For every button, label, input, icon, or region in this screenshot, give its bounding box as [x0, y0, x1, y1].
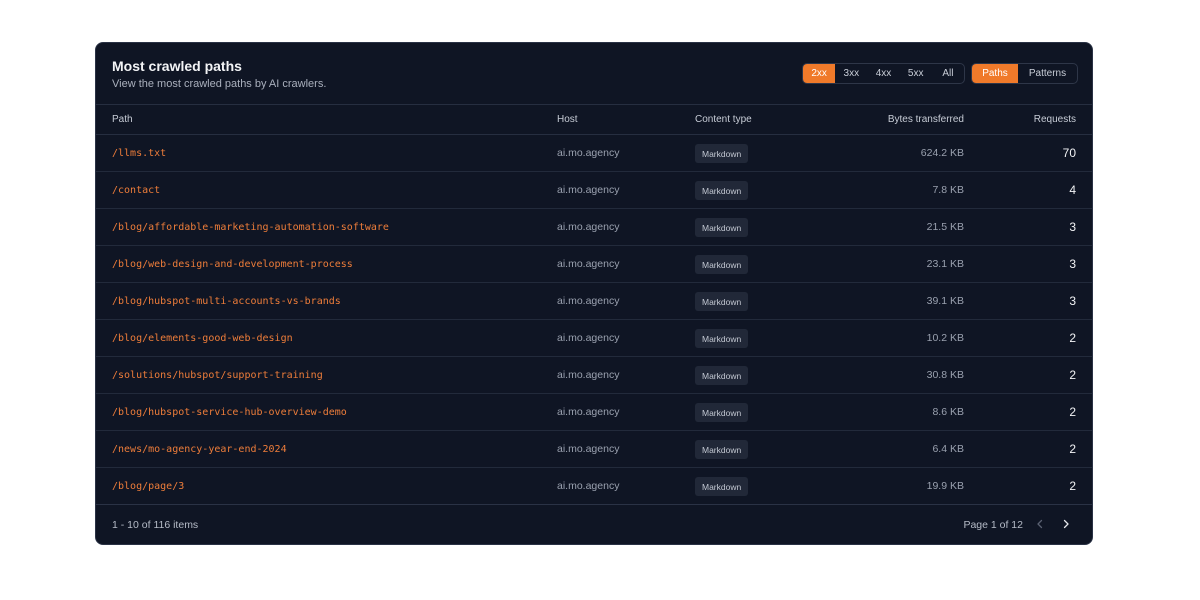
- table-body: /llms.txt ai.mo.agency Markdown 624.2 KB…: [96, 135, 1092, 505]
- requests-cell: 2: [1069, 368, 1076, 382]
- content-type-badge: Markdown: [695, 181, 749, 200]
- chevron-left-icon: [1037, 519, 1043, 529]
- requests-cell: 70: [1062, 146, 1076, 160]
- column-header-host[interactable]: Host: [557, 114, 578, 125]
- requests-cell: 2: [1069, 442, 1076, 456]
- host-cell: ai.mo.agency: [557, 443, 620, 455]
- content-type-badge: Markdown: [695, 440, 749, 459]
- content-type-badge: Markdown: [695, 403, 749, 422]
- card-header: Most crawled paths View the most crawled…: [96, 43, 1092, 105]
- table-header: Path Host Content type Bytes transferred…: [96, 104, 1092, 135]
- filter-5xx[interactable]: 5xx: [900, 64, 932, 83]
- content-type-badge: Markdown: [695, 255, 749, 274]
- bytes-cell: 39.1 KB: [926, 295, 964, 307]
- column-header-path[interactable]: Path: [112, 114, 133, 125]
- path-cell[interactable]: /blog/elements-good-web-design: [112, 333, 293, 344]
- table-row[interactable]: /blog/hubspot-multi-accounts-vs-brands a…: [96, 283, 1092, 320]
- path-cell[interactable]: /blog/page/3: [112, 481, 184, 492]
- requests-cell: 2: [1069, 479, 1076, 493]
- bytes-cell: 8.6 KB: [932, 406, 964, 418]
- bytes-cell: 7.8 KB: [932, 184, 964, 196]
- filter-4xx[interactable]: 4xx: [867, 64, 899, 83]
- view-toggle-group: Paths Patterns: [971, 63, 1078, 84]
- host-cell: ai.mo.agency: [557, 184, 620, 196]
- column-header-requests[interactable]: Requests: [1034, 114, 1076, 125]
- host-cell: ai.mo.agency: [557, 406, 620, 418]
- next-page-button[interactable]: [1057, 515, 1075, 533]
- filter-3xx[interactable]: 3xx: [835, 64, 867, 83]
- path-cell[interactable]: /blog/affordable-marketing-automation-so…: [112, 222, 389, 233]
- content-type-badge: Markdown: [695, 144, 749, 163]
- filter-2xx[interactable]: 2xx: [803, 64, 836, 83]
- content-type-badge: Markdown: [695, 329, 749, 348]
- table-row[interactable]: /news/mo-agency-year-end-2024 ai.mo.agen…: [96, 431, 1092, 468]
- path-cell[interactable]: /solutions/hubspot/support-training: [112, 370, 323, 381]
- table-row[interactable]: /blog/web-design-and-development-process…: [96, 246, 1092, 283]
- requests-cell: 3: [1069, 220, 1076, 234]
- host-cell: ai.mo.agency: [557, 258, 620, 270]
- card-subtitle: View the most crawled paths by AI crawle…: [112, 78, 327, 90]
- crawled-paths-card: Most crawled paths View the most crawled…: [95, 42, 1093, 545]
- bytes-cell: 6.4 KB: [932, 443, 964, 455]
- requests-cell: 3: [1069, 294, 1076, 308]
- host-cell: ai.mo.agency: [557, 480, 620, 492]
- table-row[interactable]: /blog/affordable-marketing-automation-so…: [96, 209, 1092, 246]
- content-type-badge: Markdown: [695, 477, 749, 496]
- previous-page-button[interactable]: [1031, 515, 1049, 533]
- bytes-cell: 23.1 KB: [926, 258, 964, 270]
- path-cell[interactable]: /llms.txt: [112, 148, 166, 159]
- view-paths-button[interactable]: Paths: [972, 64, 1018, 83]
- content-type-badge: Markdown: [695, 218, 749, 237]
- bytes-cell: 30.8 KB: [926, 369, 964, 381]
- requests-cell: 4: [1069, 183, 1076, 197]
- bytes-cell: 21.5 KB: [926, 221, 964, 233]
- path-cell[interactable]: /blog/hubspot-service-hub-overview-demo: [112, 407, 347, 418]
- bytes-cell: 624.2 KB: [920, 147, 964, 159]
- table-row[interactable]: /contact ai.mo.agency Markdown 7.8 KB 4: [96, 172, 1092, 209]
- host-cell: ai.mo.agency: [557, 221, 620, 233]
- path-cell[interactable]: /blog/hubspot-multi-accounts-vs-brands: [112, 296, 341, 307]
- table-row[interactable]: /blog/hubspot-service-hub-overview-demo …: [96, 394, 1092, 431]
- column-header-content-type[interactable]: Content type: [695, 114, 752, 125]
- status-filter-group: 2xx 3xx 4xx 5xx All: [802, 63, 965, 84]
- bytes-cell: 19.9 KB: [926, 480, 964, 492]
- bytes-cell: 10.2 KB: [926, 332, 964, 344]
- table-footer: 1 - 10 of 116 items Page 1 of 12: [96, 505, 1092, 544]
- content-type-badge: Markdown: [695, 366, 749, 385]
- table-row[interactable]: /llms.txt ai.mo.agency Markdown 624.2 KB…: [96, 135, 1092, 172]
- host-cell: ai.mo.agency: [557, 369, 620, 381]
- page-info: Page 1 of 12: [963, 519, 1023, 531]
- view-patterns-button[interactable]: Patterns: [1018, 64, 1077, 83]
- table-row[interactable]: /blog/page/3 ai.mo.agency Markdown 19.9 …: [96, 468, 1092, 505]
- path-cell[interactable]: /contact: [112, 185, 160, 196]
- content-type-badge: Markdown: [695, 292, 749, 311]
- column-header-bytes[interactable]: Bytes transferred: [888, 114, 964, 125]
- path-cell[interactable]: /blog/web-design-and-development-process: [112, 259, 353, 270]
- requests-cell: 2: [1069, 331, 1076, 345]
- host-cell: ai.mo.agency: [557, 147, 620, 159]
- item-count: 1 - 10 of 116 items: [112, 519, 199, 531]
- filter-all[interactable]: All: [932, 64, 964, 83]
- path-cell[interactable]: /news/mo-agency-year-end-2024: [112, 444, 287, 455]
- table-row[interactable]: /blog/elements-good-web-design ai.mo.age…: [96, 320, 1092, 357]
- card-title: Most crawled paths: [112, 58, 242, 74]
- host-cell: ai.mo.agency: [557, 295, 620, 307]
- table-row[interactable]: /solutions/hubspot/support-training ai.m…: [96, 357, 1092, 394]
- chevron-right-icon: [1063, 519, 1069, 529]
- host-cell: ai.mo.agency: [557, 332, 620, 344]
- requests-cell: 3: [1069, 257, 1076, 271]
- requests-cell: 2: [1069, 405, 1076, 419]
